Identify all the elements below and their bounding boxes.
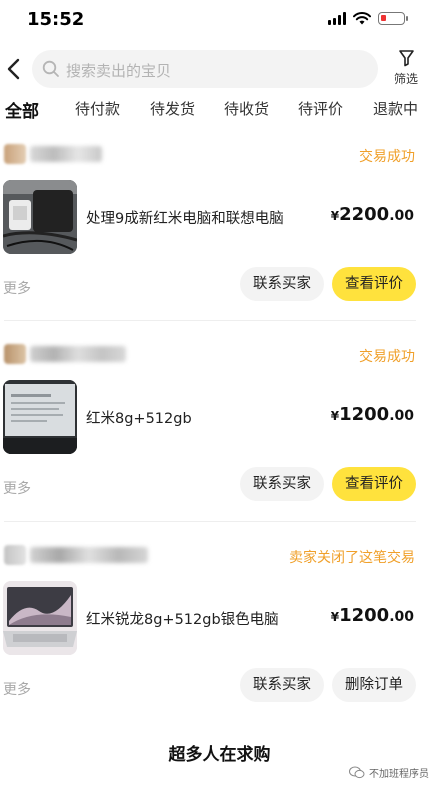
order-card[interactable]: 交易成功 处理9成新红米电脑和联想电脑 ¥2200.00 更多 联系买家 查看评… <box>0 142 439 342</box>
order-card[interactable]: 交易成功 红米8g+512gb ¥1200.00 更多 联系买家 查看评价 <box>0 342 439 542</box>
search-placeholder: 搜索卖出的宝贝 <box>66 62 172 80</box>
product-price: ¥2200.00 <box>330 204 414 225</box>
header: 搜索卖出的宝贝 筛选 <box>0 44 439 94</box>
product-image[interactable] <box>3 380 77 454</box>
signal-icon <box>328 12 346 25</box>
seller-info-blurred <box>4 144 102 164</box>
tab-label: 全部 <box>5 102 39 122</box>
watermark: 不加班程序员 <box>349 765 429 780</box>
tab-pending-review[interactable]: 待评价 <box>298 98 343 119</box>
avatar <box>4 545 26 565</box>
more-link[interactable]: 更多 <box>3 478 31 498</box>
tab-all[interactable]: 全部 <box>5 97 44 122</box>
tab-pending-receipt[interactable]: 待收货 <box>224 98 269 119</box>
promo-title: 超多人在求购 <box>166 740 273 765</box>
order-status: 交易成功 <box>359 349 415 365</box>
view-review-button[interactable]: 查看评价 <box>332 267 416 301</box>
delete-order-button[interactable]: 删除订单 <box>332 668 416 702</box>
filter-icon <box>398 50 414 67</box>
contact-buyer-button[interactable]: 联系买家 <box>240 267 324 301</box>
status-time: 15:52 <box>27 9 85 30</box>
filter-button[interactable]: 筛选 <box>389 48 423 92</box>
avatar <box>4 344 26 364</box>
more-link[interactable]: 更多 <box>3 278 31 298</box>
order-card[interactable]: 卖家关闭了这笔交易 红米锐龙8g+512gb银色电脑 ¥1200.00 更多 联… <box>0 543 439 743</box>
tab-pending-shipment[interactable]: 待发货 <box>150 98 195 119</box>
seller-info-blurred <box>4 545 148 565</box>
order-status: 卖家关闭了这笔交易 <box>289 550 415 566</box>
product-price: ¥1200.00 <box>330 404 414 425</box>
status-icons <box>328 12 408 25</box>
tab-refunding[interactable]: 退款中 <box>373 98 418 119</box>
divider <box>4 320 416 321</box>
search-icon <box>42 60 59 77</box>
back-icon[interactable] <box>4 56 26 82</box>
product-title[interactable]: 红米锐龙8g+512gb银色电脑 <box>86 608 279 629</box>
avatar <box>4 144 26 164</box>
order-tabs: 全部 待付款 待发货 待收货 待评价 退款中 <box>0 98 439 130</box>
product-image[interactable] <box>3 180 77 254</box>
divider <box>4 521 416 522</box>
watermark-text: 不加班程序员 <box>369 769 429 780</box>
contact-buyer-button[interactable]: 联系买家 <box>240 668 324 702</box>
product-price: ¥1200.00 <box>330 605 414 626</box>
seller-info-blurred <box>4 344 126 364</box>
order-status: 交易成功 <box>359 149 415 165</box>
product-title[interactable]: 红米8g+512gb <box>86 407 192 428</box>
view-review-button[interactable]: 查看评价 <box>332 467 416 501</box>
tab-pending-payment[interactable]: 待付款 <box>75 98 120 119</box>
product-title[interactable]: 处理9成新红米电脑和联想电脑 <box>86 207 284 228</box>
filter-label: 筛选 <box>393 72 418 86</box>
wechat-icon <box>349 766 365 779</box>
search-input[interactable]: 搜索卖出的宝贝 <box>32 50 378 88</box>
battery-icon <box>378 12 408 25</box>
status-bar: 15:52 <box>0 0 439 44</box>
product-image[interactable] <box>3 581 77 655</box>
contact-buyer-button[interactable]: 联系买家 <box>240 467 324 501</box>
wifi-icon <box>353 12 371 25</box>
more-link[interactable]: 更多 <box>3 679 31 699</box>
